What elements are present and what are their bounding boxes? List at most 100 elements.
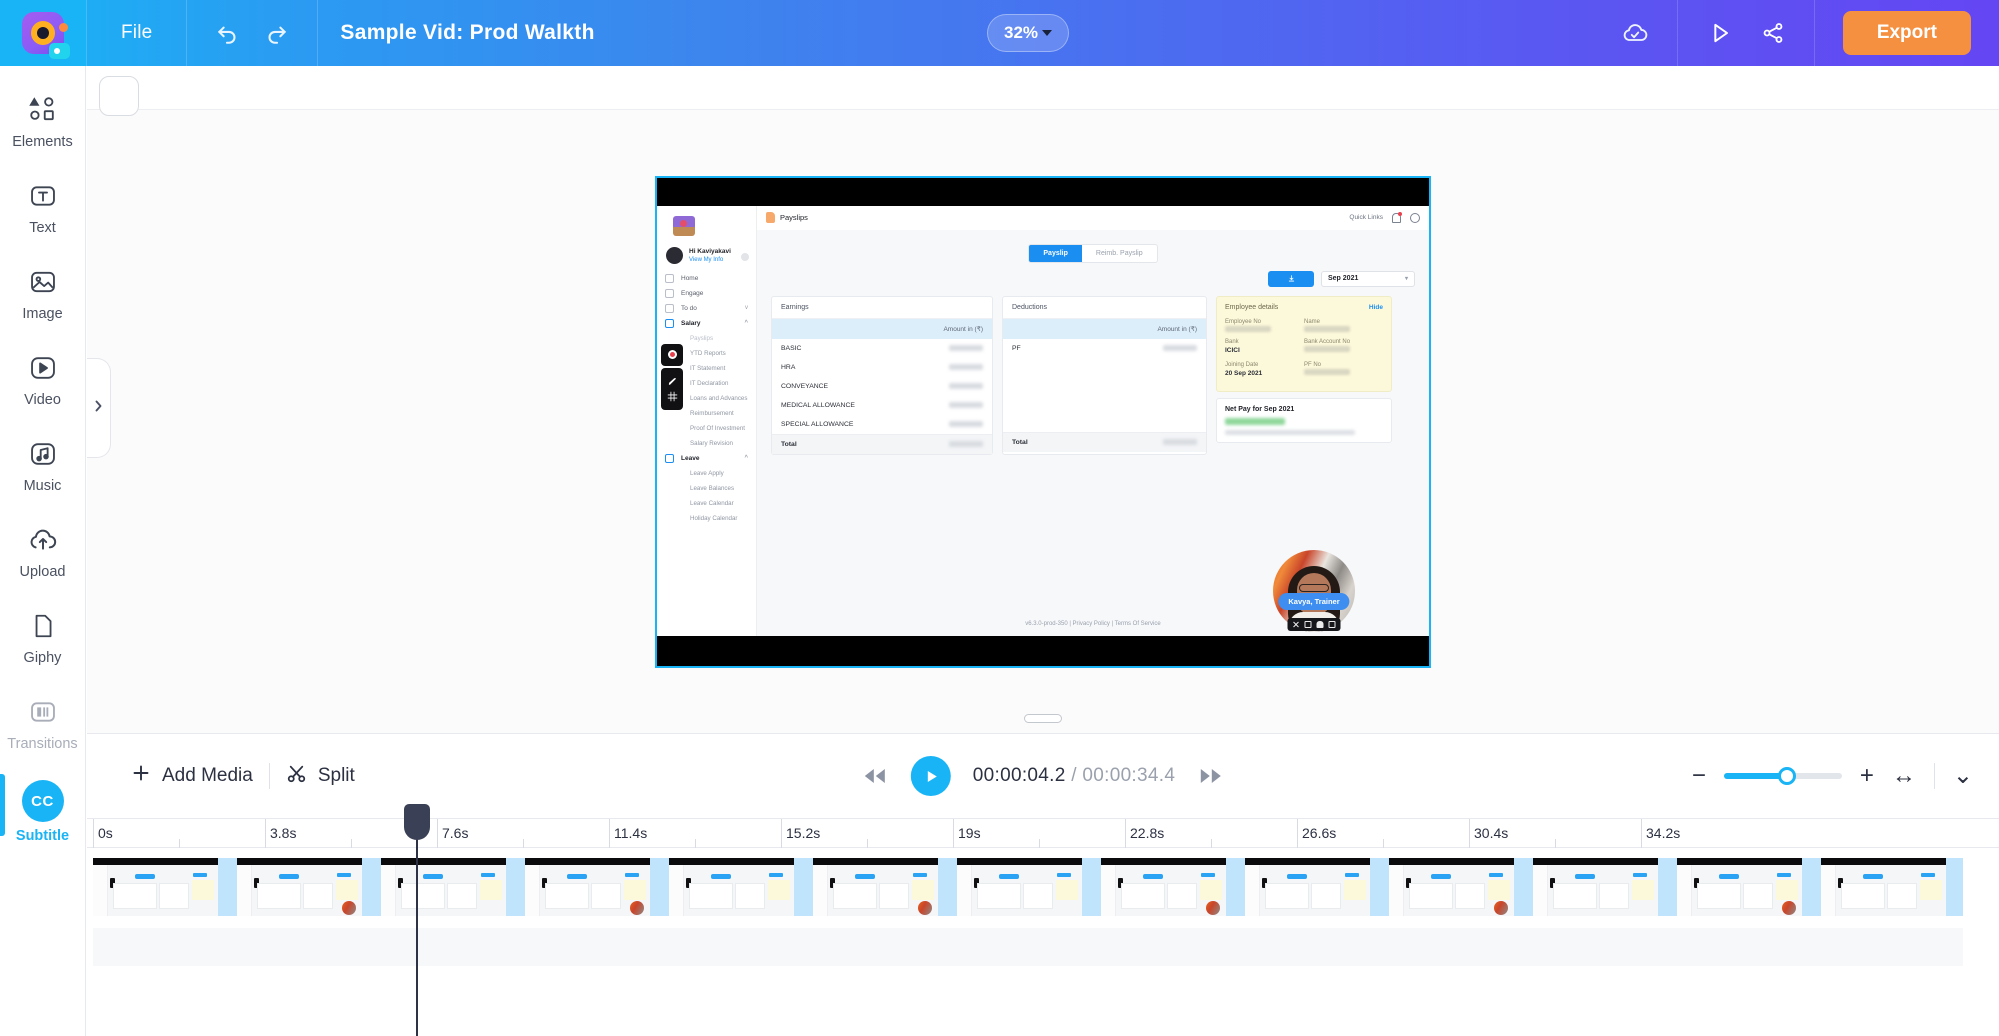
timeline-clip-thumbnail[interactable] — [1533, 858, 1658, 916]
video-preview-stage[interactable]: Hi Kaviyakavi View My Info Home Engage T… — [655, 175, 1431, 668]
record-icon[interactable] — [661, 343, 683, 366]
payslip-right-column: Employee details Hide Employee No Name B… — [1216, 295, 1392, 455]
notification-bell-icon[interactable] — [1392, 211, 1402, 223]
download-icon[interactable] — [1268, 270, 1314, 287]
video-track[interactable] — [93, 858, 1963, 916]
redo-icon[interactable] — [263, 20, 289, 46]
export-button[interactable]: Export — [1842, 11, 1971, 55]
quick-links-menu[interactable]: Quick Links — [1349, 214, 1383, 221]
playhead[interactable] — [404, 804, 430, 1036]
timeline-clip-thumbnail[interactable] — [1101, 858, 1226, 916]
net-pay-card: Net Pay for Sep 2021 — [1216, 397, 1392, 443]
sidebar-item-upload[interactable]: Upload — [0, 522, 86, 580]
file-menu[interactable]: File — [87, 0, 186, 66]
panel-expander[interactable] — [87, 358, 111, 458]
sidebar-item-music[interactable]: Music — [0, 436, 86, 494]
webcam-overlay[interactable]: Kavya, Trainer — [1273, 549, 1355, 632]
fit-width-icon[interactable]: ↔ — [1892, 764, 1916, 788]
play-button[interactable] — [910, 756, 951, 796]
nav-sub-leave-apply[interactable]: Leave Apply — [665, 466, 756, 481]
timeline-clip-thumbnail[interactable] — [1677, 858, 1802, 916]
zoom-selector[interactable]: 32% — [987, 14, 1070, 52]
clip-gap[interactable] — [362, 858, 381, 916]
clip-gap[interactable] — [1370, 858, 1389, 916]
timeline-clip-thumbnail[interactable] — [381, 858, 506, 916]
clip-gap[interactable] — [1514, 858, 1533, 916]
sidebar-item-giphy[interactable]: Giphy — [0, 608, 86, 666]
timeline-clip-thumbnail[interactable] — [1821, 858, 1946, 916]
app-logo[interactable] — [0, 0, 86, 66]
breadcrumb: Payslips — [757, 212, 808, 223]
annotate-tools[interactable] — [661, 367, 683, 410]
close-icon[interactable] — [1293, 621, 1300, 628]
pip-icon[interactable] — [1328, 620, 1336, 628]
timeline-ruler[interactable]: 0s 3.8s 7.6s 11.4s 15.2s 19s 22.8s 26.6s… — [87, 818, 1999, 849]
row-label: BASIC — [781, 344, 802, 352]
view-my-info-link[interactable]: View My Info — [689, 256, 731, 265]
plus-icon[interactable]: + — [1860, 764, 1874, 788]
sidebar-item-image[interactable]: Image — [0, 264, 86, 322]
clip-gap[interactable] — [1658, 858, 1677, 916]
minus-icon[interactable]: − — [1692, 764, 1706, 788]
nav-sub-proof-of-investment[interactable]: Proof Of Investment — [665, 421, 756, 436]
cloud-check-icon[interactable] — [1621, 19, 1649, 47]
clip-gap[interactable] — [1226, 858, 1245, 916]
screenshot-icon[interactable] — [1304, 620, 1312, 628]
clip-gap[interactable] — [1946, 858, 1963, 916]
sidebar-item-elements[interactable]: Elements — [0, 92, 86, 150]
undo-icon[interactable] — [215, 20, 241, 46]
toolbar-divider — [1933, 763, 1935, 789]
tab-reimb-payslip[interactable]: Reimb. Payslip — [1082, 245, 1157, 262]
sidebar-item-video[interactable]: Video — [0, 350, 86, 408]
timeline-clip-thumbnail[interactable] — [1389, 858, 1514, 916]
add-media-button[interactable]: Add Media — [115, 763, 269, 789]
secondary-track[interactable] — [93, 928, 1963, 966]
person-icon[interactable] — [1316, 620, 1324, 628]
timeline-clip-thumbnail[interactable] — [93, 858, 218, 916]
clip-gap[interactable] — [506, 858, 525, 916]
clip-gap[interactable] — [650, 858, 669, 916]
gear-icon[interactable] — [741, 252, 749, 261]
nav-sub-holiday-calendar[interactable]: Holiday Calendar — [665, 511, 756, 526]
timeline-clip-thumbnail[interactable] — [813, 858, 938, 916]
skip-forward-icon[interactable] — [1197, 765, 1225, 787]
nav-item-engage[interactable]: Engage — [665, 286, 756, 301]
clip-gap[interactable] — [1082, 858, 1101, 916]
nav-group-leave[interactable]: Leave ^ — [665, 451, 756, 466]
field-value — [1304, 345, 1350, 352]
sidebar-item-subtitle[interactable]: CC Subtitle — [0, 774, 86, 844]
clip-gap[interactable] — [938, 858, 957, 916]
playhead-handle[interactable] — [404, 804, 430, 840]
power-icon[interactable] — [1410, 212, 1420, 223]
skip-back-icon[interactable] — [861, 765, 889, 787]
deductions-amount-header: Amount in (₹) — [1003, 317, 1206, 339]
hide-link[interactable]: Hide — [1369, 304, 1383, 311]
nav-sub-salary-revision[interactable]: Salary Revision — [665, 436, 756, 451]
timeline-clip-thumbnail[interactable] — [669, 858, 794, 916]
nav-sub-leave-balances[interactable]: Leave Balances — [665, 481, 756, 496]
nav-sub-leave-calendar[interactable]: Leave Calendar — [665, 496, 756, 511]
sidebar-item-text[interactable]: Text — [0, 178, 86, 236]
split-button[interactable]: Split — [270, 763, 371, 790]
chevron-down-icon[interactable]: ⌄ — [1953, 764, 1973, 788]
clip-gap[interactable] — [794, 858, 813, 916]
tab-payslip[interactable]: Payslip — [1029, 244, 1082, 262]
clip-gap[interactable] — [1802, 858, 1821, 916]
play-preview-icon[interactable] — [1706, 19, 1734, 47]
timeline-clip-thumbnail[interactable] — [237, 858, 362, 916]
nav-item-todo[interactable]: To do v — [665, 301, 756, 316]
webcam-controls[interactable] — [1287, 617, 1341, 631]
nav-group-salary[interactable]: Salary ^ — [665, 316, 756, 331]
share-icon[interactable] — [1760, 20, 1786, 46]
clip-gap[interactable] — [218, 858, 237, 916]
avatar — [666, 247, 683, 264]
nav-item-home[interactable]: Home — [665, 271, 756, 286]
timeline-clip-thumbnail[interactable] — [957, 858, 1082, 916]
sidebar-item-transitions[interactable]: Transitions — [0, 694, 86, 752]
timeline-clip-thumbnail[interactable] — [525, 858, 650, 916]
month-selector[interactable]: Sep 2021 ▾ — [1321, 270, 1415, 287]
timeline-clip-thumbnail[interactable] — [1245, 858, 1370, 916]
zoom-slider-knob[interactable] — [1777, 767, 1796, 785]
zoom-slider[interactable] — [1723, 767, 1842, 785]
canvas-resize-handle[interactable] — [1024, 714, 1062, 723]
